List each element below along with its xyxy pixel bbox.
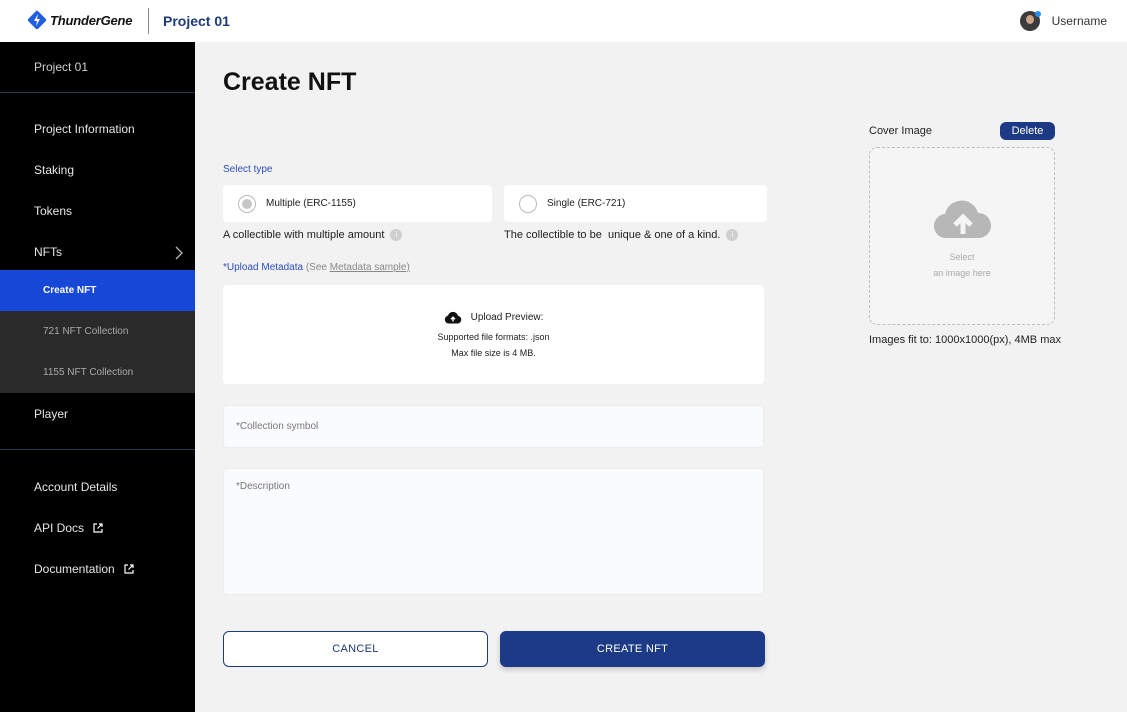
type-hint-single: The collectible to be unique & one of a … [504, 229, 739, 241]
chevron-right-icon [175, 246, 183, 260]
sidebar-item-label: Documentation [34, 562, 115, 576]
user-menu[interactable]: Username [1019, 11, 1107, 31]
create-nft-button[interactable]: CREATE NFT [500, 631, 765, 667]
header-project-name[interactable]: Project 01 [163, 13, 230, 29]
type-option-label: Single (ERC-721) [547, 198, 626, 209]
page-title: Create NFT [223, 68, 357, 96]
cover-image-label: Cover Image [869, 125, 932, 137]
sidebar-item-nfts[interactable]: NFTs [0, 245, 195, 260]
metadata-upload-dropzone[interactable]: Upload Preview: Supported file formats: … [223, 285, 764, 384]
type-hint-multiple: A collectible with multiple amount i [223, 229, 403, 241]
upload-metadata-label: *Upload Metadata (See Metadata sample) [223, 262, 410, 273]
sidebar-item-staking[interactable]: Staking [0, 163, 195, 177]
thundergene-logo-icon [27, 10, 47, 30]
username[interactable]: Username [1052, 14, 1107, 28]
sidebar-item-account-details[interactable]: Account Details [0, 480, 195, 494]
sidebar-divider [0, 449, 195, 450]
cancel-button[interactable]: CANCEL [223, 631, 488, 667]
sidebar-project-name[interactable]: Project 01 [34, 60, 88, 74]
description-input[interactable] [224, 469, 763, 594]
type-option-multiple[interactable]: Multiple (ERC-1155) [223, 185, 492, 222]
cover-image-note: Images fit to: 1000x1000(px), 4MB max [869, 334, 1061, 346]
sidebar-item-documentation[interactable]: Documentation [0, 562, 195, 576]
see-prefix: (See [305, 262, 327, 273]
cloud-upload-icon [933, 200, 992, 239]
sidebar-item-label: API Docs [34, 521, 85, 535]
upload-preview-heading: Upload Preview: [223, 311, 764, 324]
cover-image-dropzone[interactable]: Select an image here [869, 147, 1055, 325]
delete-cover-button[interactable]: Delete [1000, 122, 1055, 140]
radio-single[interactable] [519, 194, 537, 213]
type-hint-text: A collectible with multiple amount [223, 229, 385, 241]
type-option-label: Multiple (ERC-1155) [266, 198, 356, 209]
sidebar-item-player[interactable]: Player [0, 407, 195, 421]
info-icon[interactable]: i [390, 229, 403, 241]
collection-symbol-input[interactable] [224, 406, 763, 447]
description-field[interactable] [223, 468, 764, 595]
sidebar-subitem-721-collection[interactable]: 721 NFT Collection [0, 311, 195, 352]
external-link-icon [124, 564, 134, 574]
info-icon[interactable]: i [726, 229, 739, 241]
sidebar-item-api-docs[interactable]: API Docs [0, 521, 195, 535]
sidebar-item-label: NFTs [34, 245, 62, 259]
cover-select-text: Select [949, 252, 975, 262]
top-bar: ThunderGene Project 01 Username [0, 0, 1127, 42]
type-hint-text: The collectible to be unique & one of a … [504, 229, 721, 241]
radio-multiple[interactable] [238, 194, 256, 213]
online-status-icon [1034, 11, 1041, 17]
collection-symbol-field[interactable] [223, 405, 764, 448]
external-link-icon [93, 523, 103, 533]
header-divider [148, 8, 149, 34]
upload-metadata-title: *Upload Metadata [223, 262, 304, 273]
brand-logo[interactable]: ThunderGene [27, 10, 133, 30]
brand-name: ThunderGene [50, 12, 133, 28]
metadata-sample-link[interactable]: Metadata sample) [330, 262, 410, 273]
sidebar-item-tokens[interactable]: Tokens [0, 204, 195, 218]
cloud-upload-icon [444, 311, 461, 324]
sidebar-item-project-information[interactable]: Project Information [0, 122, 195, 136]
sidebar-divider [0, 92, 195, 93]
upload-max-size-text: Max file size is 4 MB. [451, 348, 536, 358]
upload-formats-text: Supported file formats: .json [437, 332, 550, 342]
sidebar-subitem-create-nft[interactable]: Create NFT [0, 270, 195, 311]
sidebar: Project 01 Project Information Staking T… [0, 42, 195, 712]
upload-preview-title: Upload Preview: [470, 312, 544, 323]
sidebar-subitem-1155-collection[interactable]: 1155 NFT Collection [0, 352, 195, 393]
select-type-label: Select type [223, 164, 273, 175]
cover-select-subtext: an image here [933, 268, 991, 278]
type-option-single[interactable]: Single (ERC-721) [504, 185, 767, 222]
